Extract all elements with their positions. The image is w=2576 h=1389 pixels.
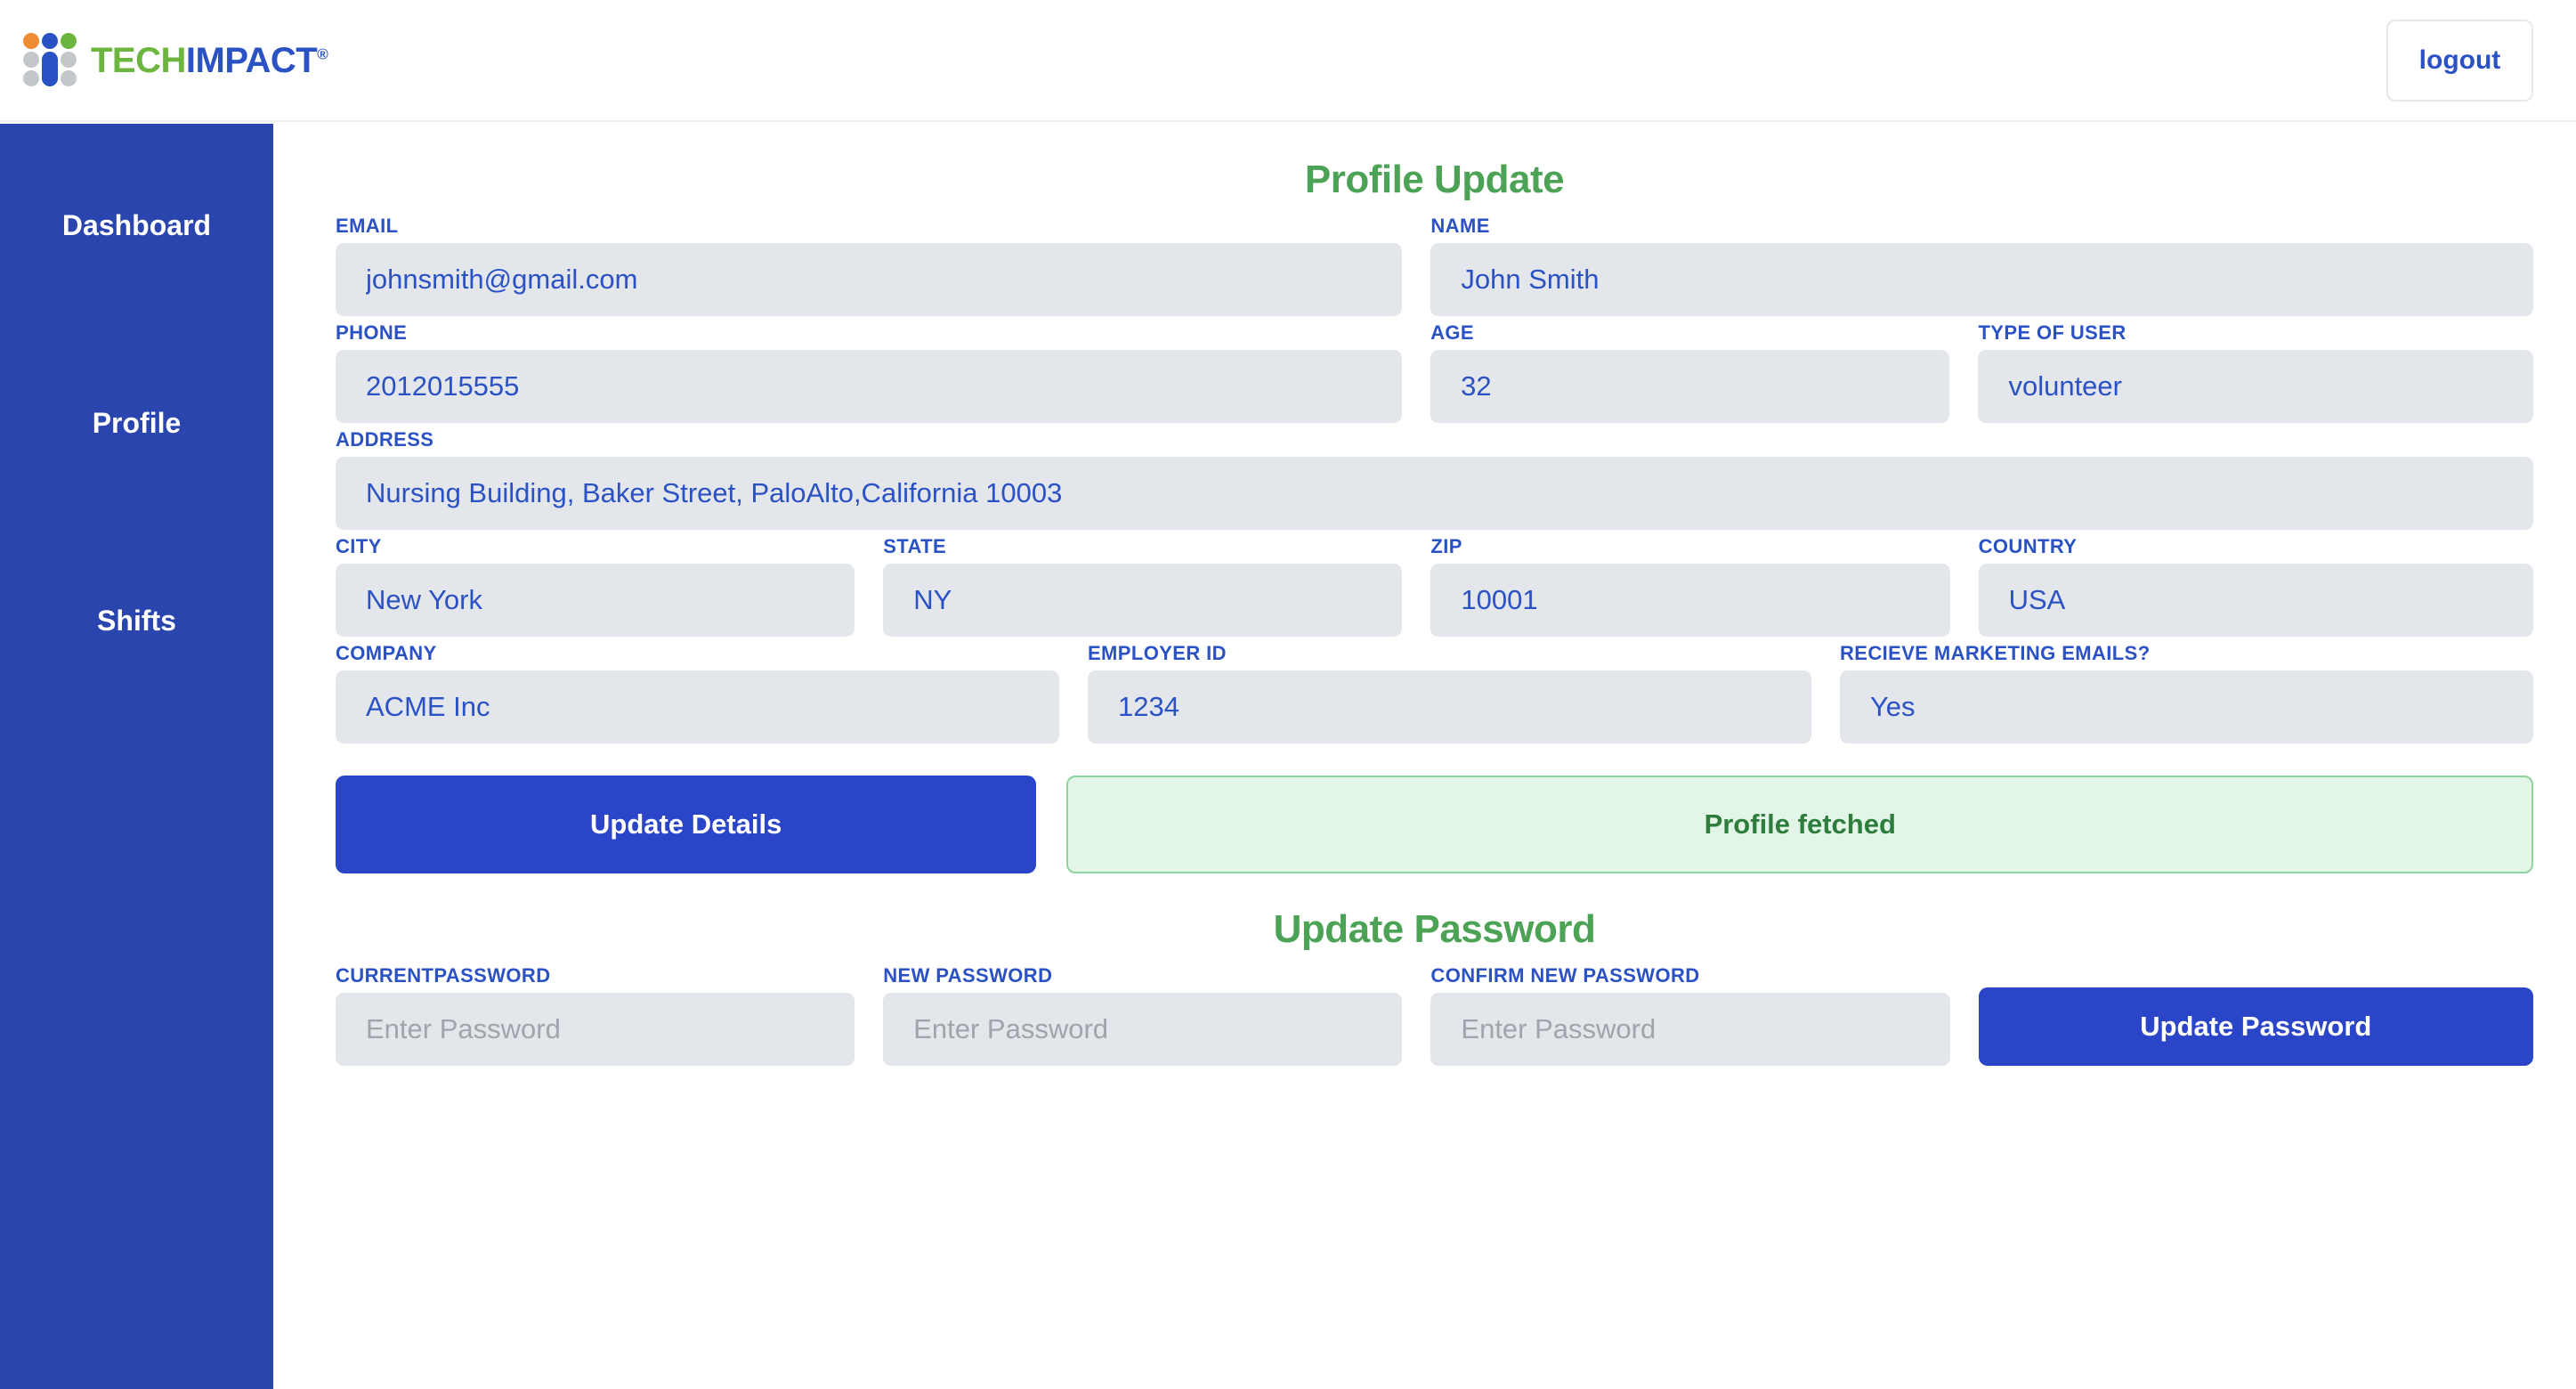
field-country: COUNTRY xyxy=(1978,535,2533,637)
app-header: TECHIMPACT® logout xyxy=(0,0,2576,122)
input-email[interactable] xyxy=(336,243,1403,316)
label-current-password: CURRENTPASSWORD xyxy=(336,964,551,987)
label-address: ADDRESS xyxy=(336,428,434,451)
input-marketing-emails[interactable] xyxy=(1839,670,2533,743)
main-content: Profile Update EMAIL NAME PHONE AGE TYPE… xyxy=(273,124,2576,1389)
update-details-button[interactable]: Update Details xyxy=(336,776,1037,873)
sidebar-item-dashboard[interactable]: Dashboard xyxy=(0,209,273,242)
sidebar-item-profile[interactable]: Profile xyxy=(0,407,273,440)
input-city[interactable] xyxy=(336,564,855,637)
label-type-of-user: TYPE OF USER xyxy=(1978,321,2126,344)
field-email: EMAIL xyxy=(336,215,1403,316)
input-employer-id[interactable] xyxy=(1087,670,1811,743)
form-row-password: CURRENTPASSWORD NEW PASSWORD CONFIRM NEW… xyxy=(336,964,2533,1066)
input-zip[interactable] xyxy=(1430,564,1950,637)
profile-action-row: Update Details Profile fetched xyxy=(336,776,2533,873)
form-row-location: CITY STATE ZIP COUNTRY xyxy=(336,535,2533,637)
logo-dot-gray-4 xyxy=(23,69,39,86)
input-name[interactable] xyxy=(1430,243,2533,316)
form-row-employment: COMPANY EMPLOYER ID RECIEVE MARKETING EM… xyxy=(336,642,2533,743)
input-confirm-new-password[interactable] xyxy=(1430,993,1950,1066)
field-confirm-new-password: CONFIRM NEW PASSWORD xyxy=(1430,964,1950,1066)
logo-dot-orange xyxy=(23,32,39,49)
label-state: STATE xyxy=(883,535,947,557)
field-phone: PHONE xyxy=(336,321,1403,423)
form-row-phone-age-type: PHONE AGE TYPE OF USER xyxy=(336,321,2534,423)
brand-logo: TECHIMPACT® xyxy=(23,32,328,88)
logout-button[interactable]: logout xyxy=(2386,19,2533,102)
logo-dot-blue xyxy=(42,32,58,49)
status-banner: Profile fetched xyxy=(1066,776,2533,873)
logo-person-figure-icon xyxy=(42,51,58,86)
label-zip: ZIP xyxy=(1430,535,1462,557)
label-city: CITY xyxy=(336,535,382,557)
logo-dot-gray-3 xyxy=(61,51,77,68)
field-company: COMPANY xyxy=(336,642,1059,743)
field-address: ADDRESS xyxy=(336,428,2533,530)
field-current-password: CURRENTPASSWORD xyxy=(336,964,855,1066)
form-row-address: ADDRESS xyxy=(336,428,2533,530)
label-employer-id: EMPLOYER ID xyxy=(1087,642,1227,664)
logo-dot-green xyxy=(61,32,77,49)
field-city: CITY xyxy=(336,535,855,637)
field-marketing-emails: RECIEVE MARKETING EMAILS? xyxy=(1839,642,2533,743)
field-age: AGE xyxy=(1430,321,1950,423)
logo-dot-gray-1 xyxy=(23,51,39,68)
input-company[interactable] xyxy=(336,670,1059,743)
label-age: AGE xyxy=(1430,321,1474,344)
label-country: COUNTRY xyxy=(1978,535,2078,557)
label-company: COMPANY xyxy=(336,642,437,664)
techimpact-logo-icon xyxy=(23,32,78,88)
logo-wordmark: TECHIMPACT® xyxy=(91,43,328,78)
input-new-password[interactable] xyxy=(883,993,1403,1066)
field-type-of-user: TYPE OF USER xyxy=(1978,321,2534,423)
logo-registered-mark: ® xyxy=(317,45,328,63)
logo-word-impact: IMPACT xyxy=(185,40,318,80)
update-password-title: Update Password xyxy=(1273,907,1596,951)
field-employer-id: EMPLOYER ID xyxy=(1087,642,1811,743)
label-confirm-new-password: CONFIRM NEW PASSWORD xyxy=(1430,964,1700,987)
profile-update-title: Profile Update xyxy=(1304,158,1565,201)
input-address[interactable] xyxy=(336,457,2533,530)
logo-word-tech: TECH xyxy=(91,40,186,80)
field-zip: ZIP xyxy=(1430,535,1950,637)
label-email: EMAIL xyxy=(336,215,399,237)
input-current-password[interactable] xyxy=(336,993,855,1066)
input-country[interactable] xyxy=(1978,564,2533,637)
sidebar-nav: Dashboard Profile Shifts xyxy=(0,124,273,1389)
update-password-button[interactable]: Update Password xyxy=(1978,987,2533,1066)
sidebar-item-shifts[interactable]: Shifts xyxy=(0,605,273,638)
input-type-of-user[interactable] xyxy=(1978,350,2534,423)
logo-dot-gray-6 xyxy=(61,69,77,86)
field-new-password: NEW PASSWORD xyxy=(883,964,1403,1066)
input-phone[interactable] xyxy=(336,350,1403,423)
field-name: NAME xyxy=(1430,215,2533,316)
label-name: NAME xyxy=(1430,215,1490,237)
label-new-password: NEW PASSWORD xyxy=(883,964,1053,987)
form-row-contact: EMAIL NAME xyxy=(336,215,2533,316)
input-age[interactable] xyxy=(1430,350,1950,423)
label-marketing-emails: RECIEVE MARKETING EMAILS? xyxy=(1839,642,2151,664)
label-phone: PHONE xyxy=(336,321,408,344)
input-state[interactable] xyxy=(883,564,1403,637)
field-state: STATE xyxy=(883,535,1403,637)
